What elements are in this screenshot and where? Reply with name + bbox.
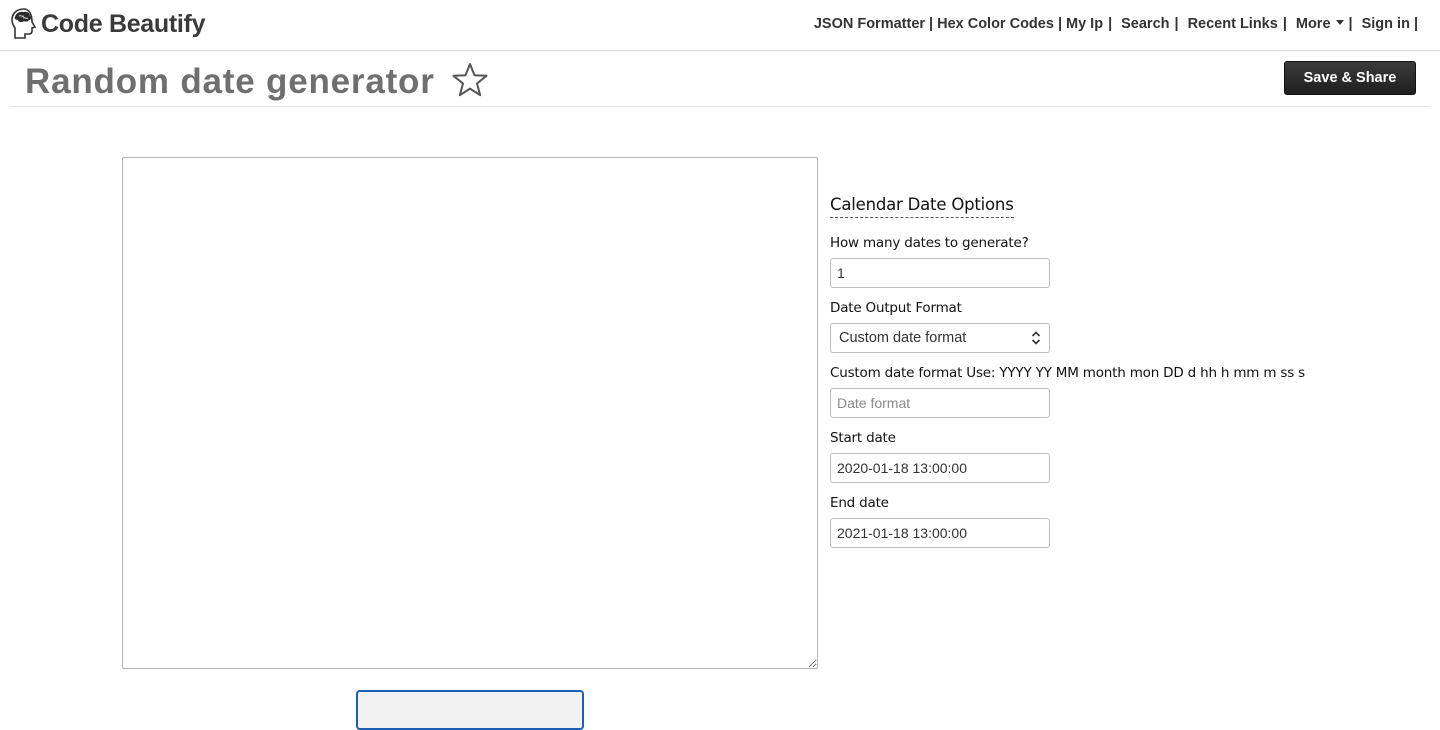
custom-format-input[interactable]: [830, 388, 1050, 418]
calendar-date-options: Calendar Date Options How many dates to …: [830, 195, 1430, 548]
nav-separator: |: [1057, 16, 1062, 32]
nav-separator: |: [1108, 16, 1113, 32]
nav-sign-in[interactable]: Sign in: [1362, 16, 1410, 32]
logo-text: Code Beautify: [41, 9, 206, 38]
top-navbar: Code Beautify JSON Formatter | Hex Color…: [0, 0, 1440, 51]
caret-down-icon: [1335, 19, 1344, 25]
title-row: Random date generator Save & Share: [10, 52, 1430, 107]
format-label: Date Output Format: [830, 300, 962, 316]
select-arrows-icon: [1031, 331, 1041, 345]
nav-search[interactable]: Search: [1121, 16, 1169, 32]
nav-recent-links[interactable]: Recent Links: [1188, 16, 1278, 32]
nav-separator: |: [1282, 16, 1287, 32]
star-outline-icon[interactable]: [452, 62, 488, 98]
nav-separator: |: [1413, 16, 1418, 32]
nav-hex-color-codes[interactable]: Hex Color Codes: [937, 16, 1054, 32]
count-input[interactable]: [830, 258, 1050, 288]
format-selected-value: Custom date format: [839, 330, 967, 346]
nav-separator: |: [929, 16, 934, 32]
nav-my-ip[interactable]: My Ip: [1066, 16, 1103, 32]
end-date-input[interactable]: [830, 518, 1050, 548]
page-title: Random date generator: [25, 62, 435, 101]
start-date-input[interactable]: [830, 453, 1050, 483]
brain-head-icon: [11, 8, 37, 39]
count-label: How many dates to generate?: [830, 235, 1029, 251]
options-heading: Calendar Date Options: [830, 195, 1014, 218]
main-nav: JSON Formatter | Hex Color Codes | My Ip…: [814, 16, 1422, 32]
nav-json-formatter[interactable]: JSON Formatter: [814, 16, 925, 32]
site-logo[interactable]: Code Beautify: [10, 6, 205, 42]
custom-format-label: Custom date format Use: YYYY YY MM month…: [830, 365, 1305, 381]
start-date-label: Start date: [830, 430, 896, 446]
generate-button[interactable]: [356, 690, 584, 730]
format-select[interactable]: Custom date format: [830, 323, 1050, 353]
save-share-button[interactable]: Save & Share: [1284, 61, 1416, 95]
nav-more-label: More: [1295, 16, 1331, 32]
nav-separator: |: [1174, 16, 1179, 32]
output-textarea[interactable]: [122, 157, 818, 669]
nav-separator: |: [1348, 16, 1353, 32]
end-date-label: End date: [830, 495, 889, 511]
nav-more-dropdown[interactable]: More: [1296, 16, 1344, 32]
